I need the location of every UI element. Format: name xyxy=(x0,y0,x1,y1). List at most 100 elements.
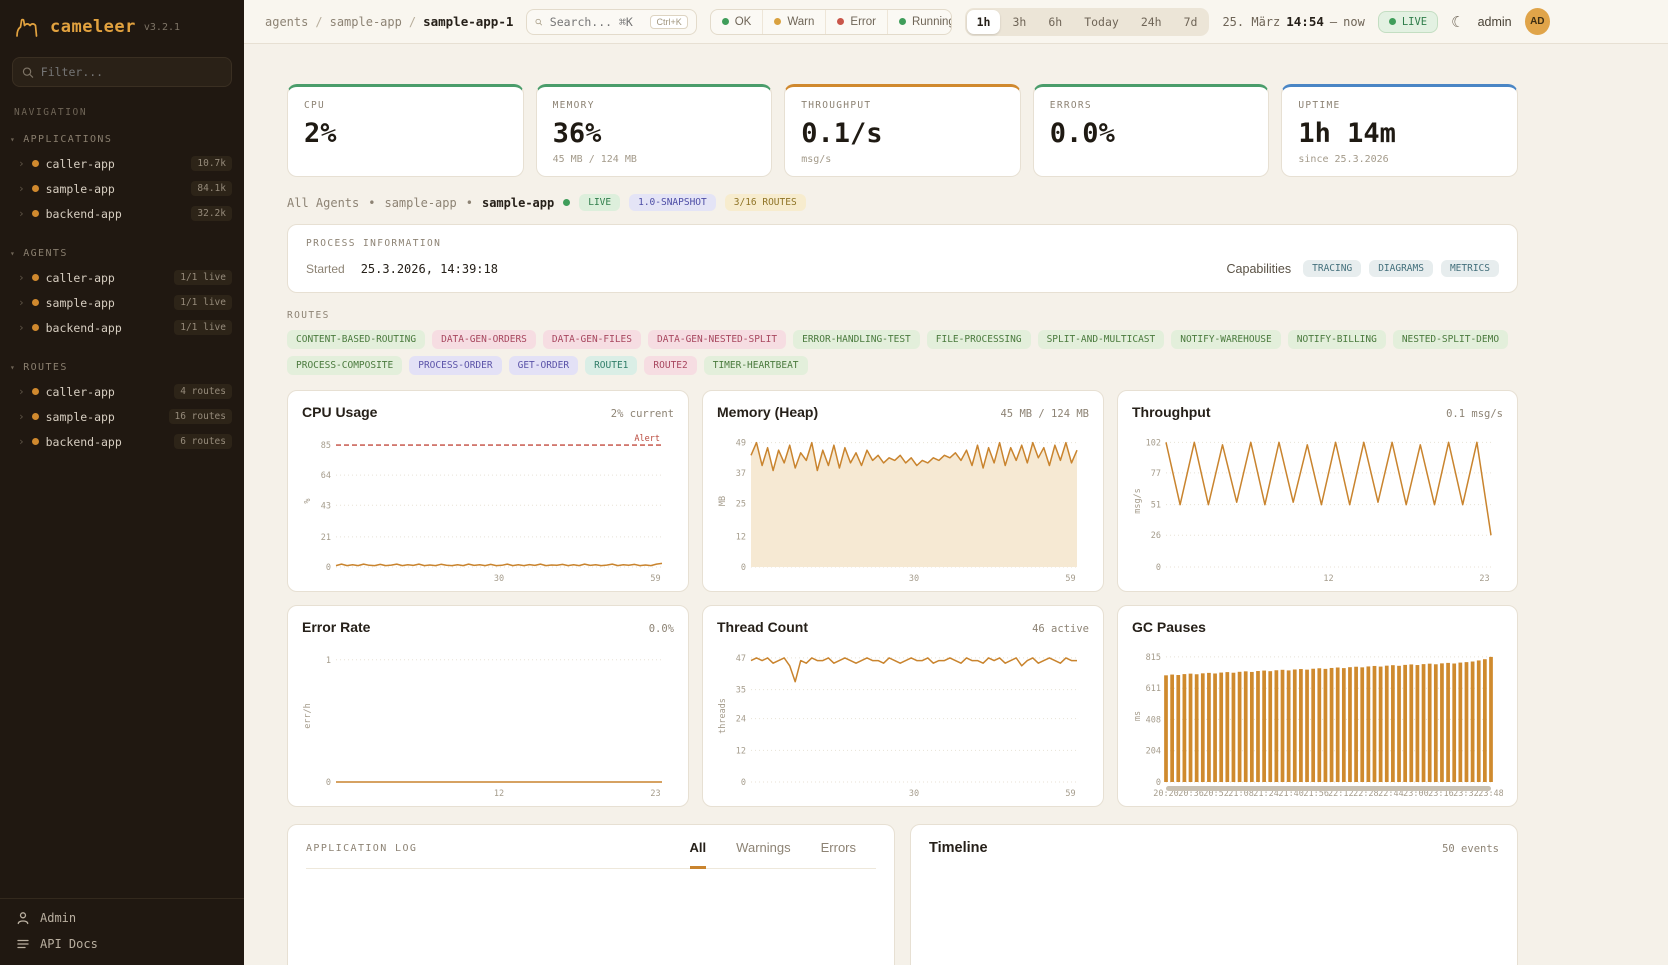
time-range-6h[interactable]: 6h xyxy=(1038,10,1072,34)
time-range-24h[interactable]: 24h xyxy=(1131,10,1172,34)
time-range-today[interactable]: Today xyxy=(1074,10,1129,34)
section-header-routes[interactable]: ▾ ROUTES xyxy=(0,356,244,379)
svg-text:408: 408 xyxy=(1146,715,1161,725)
tab-errors[interactable]: Errors xyxy=(821,840,856,869)
stat-cards: CPU 2% MEMORY 36% 45 MB / 124 MB THROUGH… xyxy=(287,84,1518,177)
section-header-agents[interactable]: ▾ AGENTS xyxy=(0,242,244,265)
live-indicator[interactable]: LIVE xyxy=(1378,11,1438,33)
svg-text:51: 51 xyxy=(1151,501,1161,511)
route-tag-process-composite[interactable]: PROCESS-COMPOSITE xyxy=(287,356,402,375)
agent-breadcrumb-bar: All Agents • sample-app • sample-app LIV… xyxy=(287,194,1518,211)
breadcrumb-separator: / xyxy=(409,15,416,29)
date-range[interactable]: 25. März 14:54 — now xyxy=(1222,14,1364,29)
time-range-3h[interactable]: 3h xyxy=(1002,10,1036,34)
chevron-down-icon: ▾ xyxy=(10,363,16,372)
routes-section-label: ROUTES xyxy=(287,310,1518,321)
route-tag-data-gen-orders[interactable]: DATA-GEN-ORDERS xyxy=(432,330,536,349)
svg-text:12: 12 xyxy=(1323,574,1333,584)
sidebar-item-application-backend-app[interactable]: › backend-app 32.2k xyxy=(0,201,244,226)
sidebar-item-agent-backend-app[interactable]: › backend-app 1/1 live xyxy=(0,315,244,340)
status-filter-warn[interactable]: Warn xyxy=(762,10,825,34)
section-header-applications[interactable]: ▾ APPLICATIONS xyxy=(0,128,244,151)
camel-logo-icon xyxy=(14,15,42,39)
sidebar-item-agent-caller-app[interactable]: › caller-app 1/1 live xyxy=(0,265,244,290)
breadcrumb-sample-app[interactable]: sample-app xyxy=(330,15,402,29)
user-name: admin xyxy=(1478,15,1512,29)
svg-text:err/h: err/h xyxy=(303,703,313,729)
sidebar-item-api-docs[interactable]: API Docs xyxy=(16,937,228,951)
route-tag-timer-heartbeat[interactable]: TIMER-HEARTBEAT xyxy=(704,356,808,375)
svg-text:25: 25 xyxy=(736,500,746,510)
capability-diagrams: DIAGRAMS xyxy=(1369,260,1433,277)
chevron-down-icon: ▾ xyxy=(10,135,16,144)
time-range-7d[interactable]: 7d xyxy=(1174,10,1208,34)
route-tag-process-order[interactable]: PROCESS-ORDER xyxy=(409,356,501,375)
agent-crumb-all-agents[interactable]: All Agents xyxy=(287,196,359,210)
agent-crumb-separator: • xyxy=(368,196,375,210)
status-filter-running[interactable]: Running xyxy=(887,10,952,34)
route-tag-nested-split-demo[interactable]: NESTED-SPLIT-DEMO xyxy=(1393,330,1508,349)
svg-text:30: 30 xyxy=(494,574,504,584)
svg-text:30: 30 xyxy=(909,789,919,799)
svg-text:0: 0 xyxy=(1156,778,1161,788)
sidebar-item-routes-sample-app[interactable]: › sample-app 16 routes xyxy=(0,404,244,429)
route-tag-notify-billing[interactable]: NOTIFY-BILLING xyxy=(1288,330,1386,349)
live-dot xyxy=(1389,18,1396,25)
tab-warnings[interactable]: Warnings xyxy=(736,840,790,869)
svg-text:611: 611 xyxy=(1146,684,1161,694)
process-info-row: Started 25.3.2026, 14:39:18 Capabilities… xyxy=(306,260,1499,277)
sidebar-item-admin[interactable]: Admin xyxy=(16,911,228,925)
chevron-right-icon: › xyxy=(18,157,25,170)
sidebar-item-application-sample-app[interactable]: › sample-app 84.1k xyxy=(0,176,244,201)
sidebar-item-application-caller-app[interactable]: › caller-app 10.7k xyxy=(0,151,244,176)
status-filter-error[interactable]: Error xyxy=(825,10,887,34)
cpu-value: 2% xyxy=(304,118,507,149)
svg-text:0: 0 xyxy=(741,563,746,573)
svg-text:59: 59 xyxy=(650,574,660,584)
route-tag-notify-warehouse[interactable]: NOTIFY-WAREHOUSE xyxy=(1171,330,1281,349)
sidebar: cameleer v3.2.1 NAVIGATION ▾ APPLICATION… xyxy=(0,0,244,965)
avatar[interactable]: AD xyxy=(1525,8,1550,35)
route-tag-get-order[interactable]: GET-ORDER xyxy=(509,356,578,375)
svg-text:85: 85 xyxy=(321,441,331,451)
route-tag-route2[interactable]: ROUTE2 xyxy=(644,356,696,375)
chart-card-gc-pauses: GC Pauses 020440861181520:2020:3620:5221… xyxy=(1117,605,1518,807)
status-dot xyxy=(32,210,39,217)
chart-current-value: 2% current xyxy=(611,408,674,420)
breadcrumb-separator: / xyxy=(315,15,322,29)
memory-value: 36% xyxy=(553,118,756,149)
route-tag-split-and-multicast[interactable]: SPLIT-AND-MULTICAST xyxy=(1038,330,1165,349)
chart-card-throughput: Throughput 0.1 msg/s 02651771021223msg/s xyxy=(1117,390,1518,592)
dark-mode-toggle[interactable]: ☾ xyxy=(1451,13,1464,31)
route-tag-error-handling-test[interactable]: ERROR-HANDLING-TEST xyxy=(793,330,920,349)
sidebar-nav: ▾ APPLICATIONS › caller-app 10.7k › samp… xyxy=(0,128,244,898)
agent-crumb-separator: • xyxy=(466,196,473,210)
status-dot xyxy=(32,438,39,445)
version-badge: 1.0-SNAPSHOT xyxy=(629,194,716,211)
agent-crumb-sample-app[interactable]: sample-app xyxy=(384,196,456,210)
route-tag-data-gen-nested-split[interactable]: DATA-GEN-NESTED-SPLIT xyxy=(648,330,786,349)
topbar: agents / sample-app / sample-app-1 Ctrl+… xyxy=(244,0,1668,44)
agent-live-dot xyxy=(563,199,570,206)
sidebar-item-agent-sample-app[interactable]: › sample-app 1/1 live xyxy=(0,290,244,315)
route-tag-content-based-routing[interactable]: CONTENT-BASED-ROUTING xyxy=(287,330,425,349)
svg-text:30: 30 xyxy=(909,574,919,584)
global-search[interactable]: Ctrl+K xyxy=(526,9,696,35)
route-tag-route1[interactable]: ROUTE1 xyxy=(585,356,637,375)
app-name: cameleer xyxy=(50,17,136,37)
tab-all[interactable]: All xyxy=(690,840,707,869)
sidebar-item-routes-backend-app[interactable]: › backend-app 6 routes xyxy=(0,429,244,454)
time-range-1h[interactable]: 1h xyxy=(967,10,1001,34)
filter-input[interactable] xyxy=(41,65,222,79)
error-rate-chart: 011223err/h xyxy=(302,642,674,800)
search-input[interactable] xyxy=(550,15,644,29)
timeline-title: Timeline xyxy=(929,840,988,856)
status-filter-ok[interactable]: OK xyxy=(711,10,763,34)
sidebar-item-routes-caller-app[interactable]: › caller-app 4 routes xyxy=(0,379,244,404)
breadcrumb-agents[interactable]: agents xyxy=(265,15,308,29)
route-tag-file-processing[interactable]: FILE-PROCESSING xyxy=(927,330,1031,349)
svg-text:0: 0 xyxy=(326,563,331,573)
stat-card-cpu: CPU 2% xyxy=(287,84,524,177)
route-tag-data-gen-files[interactable]: DATA-GEN-FILES xyxy=(543,330,641,349)
charts-grid: CPU Usage 2% current 0214364853059%Alert… xyxy=(287,390,1518,807)
